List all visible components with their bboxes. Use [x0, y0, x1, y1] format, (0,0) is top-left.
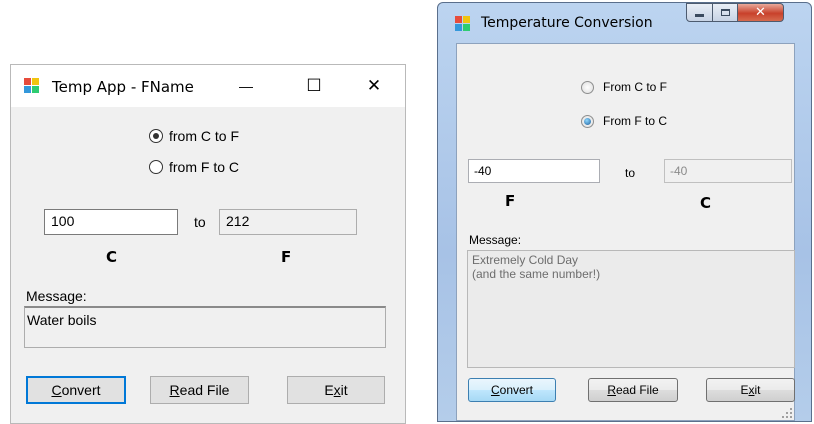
message-line-2: (and the same number!)	[472, 267, 601, 281]
window-title: Temperature Conversion	[481, 15, 653, 31]
close-icon: ✕	[366, 76, 382, 95]
read-file-button[interactable]: Read File	[150, 376, 249, 404]
app-icon	[24, 78, 40, 94]
radio-f-to-c-label: from F to C	[169, 159, 240, 175]
to-label: to	[194, 214, 206, 230]
radio-c-to-f-label: From C to F	[603, 80, 668, 94]
read-file-button[interactable]: Read File	[588, 378, 678, 402]
message-box[interactable]: Water boils	[24, 306, 386, 348]
close-icon: ✕	[755, 5, 766, 20]
convert-button[interactable]: Convert	[26, 376, 126, 404]
exit-label: it	[340, 382, 348, 398]
radio-c-to-f[interactable]: from C to F	[149, 127, 279, 145]
temp-app-window: Temp App - FName — ☐ ✕ from C to F from …	[10, 64, 406, 424]
exit-label: it	[754, 383, 761, 397]
input-unit-label: C	[106, 248, 118, 266]
radio-f-to-c[interactable]: From F to C	[581, 114, 711, 130]
exit-button[interactable]: Ex it	[706, 378, 795, 402]
to-label: to	[625, 166, 636, 180]
output-unit-label: C	[700, 194, 712, 212]
maximize-icon	[720, 9, 730, 16]
minimize-button[interactable]: —	[223, 65, 269, 107]
close-button[interactable]: ✕	[737, 3, 784, 22]
read-file-label: ead File	[179, 382, 230, 398]
temperature-conversion-window: Temperature Conversion ✕ From C to F Fro…	[437, 2, 812, 422]
message-label: Message:	[26, 288, 87, 304]
client-area: From C to F From F to C -40 to -40 F C M…	[456, 43, 795, 421]
radio-f-to-c-circle[interactable]	[149, 160, 163, 174]
read-file-mnemonic: R	[169, 382, 180, 398]
minimize-button[interactable]	[686, 3, 713, 22]
minimize-icon: —	[239, 78, 253, 94]
output-field[interactable]: 212	[219, 209, 357, 235]
radio-f-to-c[interactable]: from F to C	[149, 158, 279, 176]
app-icon	[455, 16, 471, 32]
radio-f-to-c-label: From F to C	[603, 114, 668, 128]
message-label: Message:	[469, 233, 522, 247]
convert-label: onvert	[61, 382, 101, 398]
read-file-mnemonic: R	[607, 383, 616, 397]
radio-c-to-f[interactable]: From C to F	[581, 80, 711, 96]
radio-c-to-f-circle[interactable]	[149, 129, 163, 143]
input-unit-label: F	[505, 192, 516, 210]
minimize-icon	[695, 14, 704, 17]
radio-c-to-f-circle[interactable]	[581, 81, 594, 94]
convert-mnemonic: C	[490, 383, 500, 397]
convert-button[interactable]: Convert	[468, 378, 556, 402]
radio-f-to-c-circle[interactable]	[581, 115, 594, 128]
caption-buttons: ✕	[686, 3, 800, 22]
exit-label-pre: E	[740, 383, 749, 397]
convert-label: onvert	[499, 383, 534, 397]
maximize-icon: ☐	[306, 76, 322, 95]
convert-mnemonic: C	[51, 382, 62, 398]
exit-mnemonic: x	[333, 382, 341, 398]
exit-label-pre: E	[324, 382, 334, 398]
input-field[interactable]: 100	[44, 209, 178, 235]
maximize-button[interactable]: ☐	[291, 65, 337, 107]
message-line-1: Extremely Cold Day	[472, 253, 579, 267]
window-title: Temp App - FName	[52, 78, 194, 96]
title-bar[interactable]: Temp App - FName — ☐ ✕	[11, 65, 405, 107]
exit-button[interactable]: Ex it	[287, 376, 385, 404]
output-unit-label: F	[281, 248, 292, 266]
radio-c-to-f-label: from C to F	[169, 128, 240, 144]
read-file-label: ead File	[615, 383, 659, 397]
maximize-button[interactable]	[712, 3, 738, 22]
output-field[interactable]: -40	[664, 159, 792, 183]
size-grip-icon[interactable]	[781, 407, 793, 419]
close-button[interactable]: ✕	[351, 65, 397, 107]
message-box[interactable]: Extremely Cold Day (and the same number!…	[467, 250, 795, 368]
input-field[interactable]: -40	[468, 159, 600, 183]
size-grip-dots	[782, 408, 792, 418]
